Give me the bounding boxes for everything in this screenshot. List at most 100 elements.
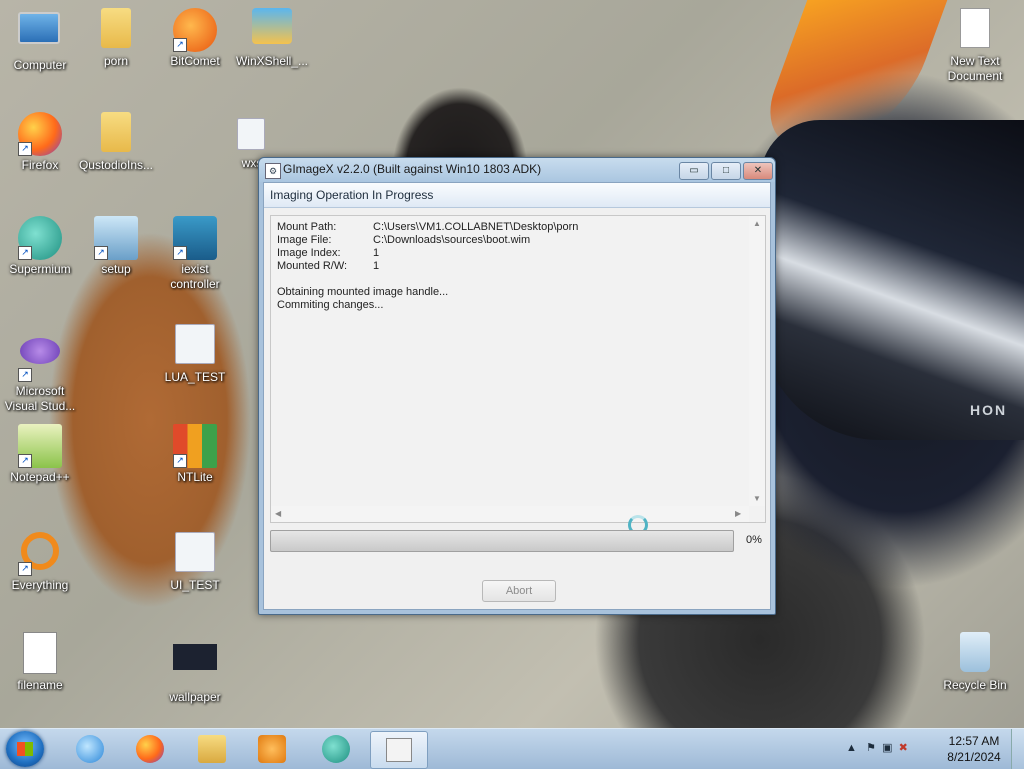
- log-line: Obtaining mounted image handle...: [277, 286, 449, 298]
- shortcut-arrow-icon: ↗: [94, 246, 108, 260]
- desktop-icon-lua-test[interactable]: LUA_TEST: [155, 324, 235, 385]
- gear-file-icon: [175, 324, 215, 364]
- operation-log-panel[interactable]: Mount Path: C:\Users\VM1.COLLABNET\Deskto…: [270, 215, 766, 523]
- show-desktop-button[interactable]: [1011, 729, 1024, 769]
- desktop-icon-bitcomet[interactable]: ↗ BitComet: [155, 8, 235, 69]
- visual-studio-icon: [20, 338, 60, 364]
- minimize-button[interactable]: ▭: [679, 162, 709, 180]
- desktop-icon-recycle-bin[interactable]: Recycle Bin: [935, 632, 1015, 693]
- desktop-icon-label: NTLite: [177, 470, 213, 484]
- desktop-icon-label: Microsoft Visual Stud...: [4, 384, 76, 413]
- gimagex-window[interactable]: ⚙ GImageX v2.2.0 (Built against Win10 18…: [258, 157, 776, 615]
- taskbar-item-firefox[interactable]: [122, 731, 178, 767]
- desktop-icon-wallpaper[interactable]: wallpaper: [155, 632, 235, 705]
- maximize-button[interactable]: □: [711, 162, 741, 180]
- desktop-icon-setup[interactable]: ↗ setup: [76, 216, 156, 277]
- taskbar-item-gimagex[interactable]: [370, 731, 428, 769]
- scroll-right-arrow-icon[interactable]: ▶: [735, 509, 741, 518]
- desktop-icon-iexist-controller[interactable]: ↗ iexist controller: [155, 216, 235, 292]
- window-titlebar[interactable]: ⚙ GImageX v2.2.0 (Built against Win10 18…: [259, 158, 775, 182]
- desktop-icon-firefox[interactable]: ↗ Firefox: [0, 112, 80, 173]
- gear-file-icon: [237, 118, 265, 150]
- taskbar-item-internet-explorer[interactable]: [62, 731, 118, 767]
- start-button[interactable]: [6, 731, 44, 767]
- window-client-area: Imaging Operation In Progress Mount Path…: [263, 182, 771, 610]
- detail-key: Image File:: [277, 234, 332, 246]
- vertical-scrollbar[interactable]: ▲ ▼: [749, 216, 765, 506]
- desktop-icon-label: filename: [17, 678, 63, 692]
- scroll-down-arrow-icon[interactable]: ▼: [753, 494, 761, 503]
- desktop-icon-qustodio[interactable]: QustodioIns...: [76, 112, 156, 173]
- log-line: Commiting changes...: [277, 299, 384, 311]
- detail-key: Image Index:: [277, 247, 341, 259]
- desktop-icon-new-text-document[interactable]: New Text Document: [935, 8, 1015, 84]
- desktop-icon-label: porn: [103, 54, 129, 68]
- detail-value: 1: [373, 260, 380, 272]
- taskbar: ▲ ⚑ ▣ ✖ 12:57 AM 8/21/2024: [0, 728, 1024, 769]
- desktop-icon-ntlite[interactable]: ↗ NTLite: [155, 424, 235, 485]
- desktop-icon-notepadpp[interactable]: ↗ Notepad++: [0, 424, 80, 485]
- image-file-icon: [173, 644, 217, 670]
- detail-value: C:\Downloads\sources\boot.wim: [373, 234, 531, 246]
- abort-button[interactable]: Abort: [482, 580, 556, 602]
- shortcut-arrow-icon: ↗: [18, 454, 32, 468]
- scroll-left-arrow-icon[interactable]: ◀: [275, 509, 281, 518]
- firefox-icon: [136, 735, 164, 763]
- shortcut-arrow-icon: ↗: [173, 246, 187, 260]
- desktop-icon-label: WinXShell_...: [235, 54, 309, 68]
- wallpaper-motorcycle: [760, 120, 1024, 440]
- bitcomet-icon: ↗: [173, 8, 217, 52]
- desktop-icon-porn[interactable]: porn: [76, 8, 156, 69]
- volume-muted-icon[interactable]: ✖: [899, 742, 908, 754]
- detail-row-mount-path: Mount Path: C:\Users\VM1.COLLABNET\Deskto…: [277, 221, 578, 233]
- desktop-icon-label: UI_TEST: [170, 578, 220, 592]
- detail-row-mounted-rw: Mounted R/W: 1: [277, 260, 379, 272]
- script-file-icon: [23, 632, 57, 674]
- desktop-icon-everything[interactable]: ↗ Everything: [0, 528, 80, 593]
- gear-file-icon: [175, 532, 215, 572]
- desktop-icon-supermium[interactable]: ↗ Supermium: [0, 216, 80, 277]
- system-tray: ▲ ⚑ ▣ ✖: [846, 741, 908, 754]
- taskbar-clock[interactable]: 12:57 AM 8/21/2024: [940, 733, 1008, 765]
- show-hidden-icons-icon[interactable]: ▲: [846, 742, 857, 754]
- taskbar-item-media-player[interactable]: [244, 731, 300, 767]
- winxshell-icon: [252, 8, 292, 44]
- supermium-icon: [322, 735, 350, 763]
- recycle-bin-icon: [960, 632, 990, 672]
- desktop-icon-ui-test[interactable]: UI_TEST: [155, 532, 235, 593]
- desktop-icon-winxshell[interactable]: WinXShell_...: [232, 8, 312, 69]
- clock-time: 12:57 AM: [948, 734, 1000, 748]
- desktop-icon-label: New Text Document: [947, 54, 1003, 83]
- supermium-icon: ↗: [18, 216, 62, 260]
- close-button[interactable]: ✕: [743, 162, 773, 180]
- progress-bar: [270, 530, 734, 552]
- network-icon[interactable]: ▣: [882, 742, 892, 754]
- window-title: GImageX v2.2.0 (Built against Win10 1803…: [283, 162, 542, 176]
- action-center-flag-icon[interactable]: ⚑: [866, 742, 876, 754]
- desktop-icon-label: Notepad++: [10, 470, 70, 484]
- media-player-icon: [258, 735, 286, 763]
- firefox-icon: ↗: [18, 112, 62, 156]
- desktop-icon-visual-studio[interactable]: ↗ Microsoft Visual Stud...: [0, 328, 80, 414]
- taskbar-item-explorer[interactable]: [184, 731, 240, 767]
- desktop-icon-label: Supermium: [9, 262, 71, 276]
- windows-logo-icon: [17, 742, 33, 756]
- desktop-icon-label: setup: [101, 262, 131, 276]
- gimagex-icon: [386, 738, 412, 762]
- clock-date: 8/21/2024: [947, 750, 1001, 764]
- shortcut-arrow-icon: ↗: [18, 142, 32, 156]
- folder-icon: [101, 8, 131, 48]
- horizontal-scrollbar[interactable]: ◀ ▶: [271, 506, 749, 522]
- shortcut-arrow-icon: ↗: [18, 368, 32, 382]
- desktop-icon-computer[interactable]: Computer: [0, 8, 80, 73]
- detail-row-image-file: Image File: C:\Downloads\sources\boot.wim: [277, 234, 530, 246]
- computer-icon: [18, 12, 60, 44]
- detail-key: Mounted R/W:: [277, 260, 348, 272]
- taskbar-item-supermium[interactable]: [308, 731, 364, 767]
- scroll-up-arrow-icon[interactable]: ▲: [753, 219, 761, 228]
- desktop-icon-filename[interactable]: filename: [0, 632, 80, 693]
- shortcut-arrow-icon: ↗: [173, 38, 187, 52]
- desktop-icon-label: Computer: [13, 58, 67, 72]
- desktop-icon-label: Firefox: [21, 158, 59, 172]
- internet-explorer-icon: [76, 735, 104, 763]
